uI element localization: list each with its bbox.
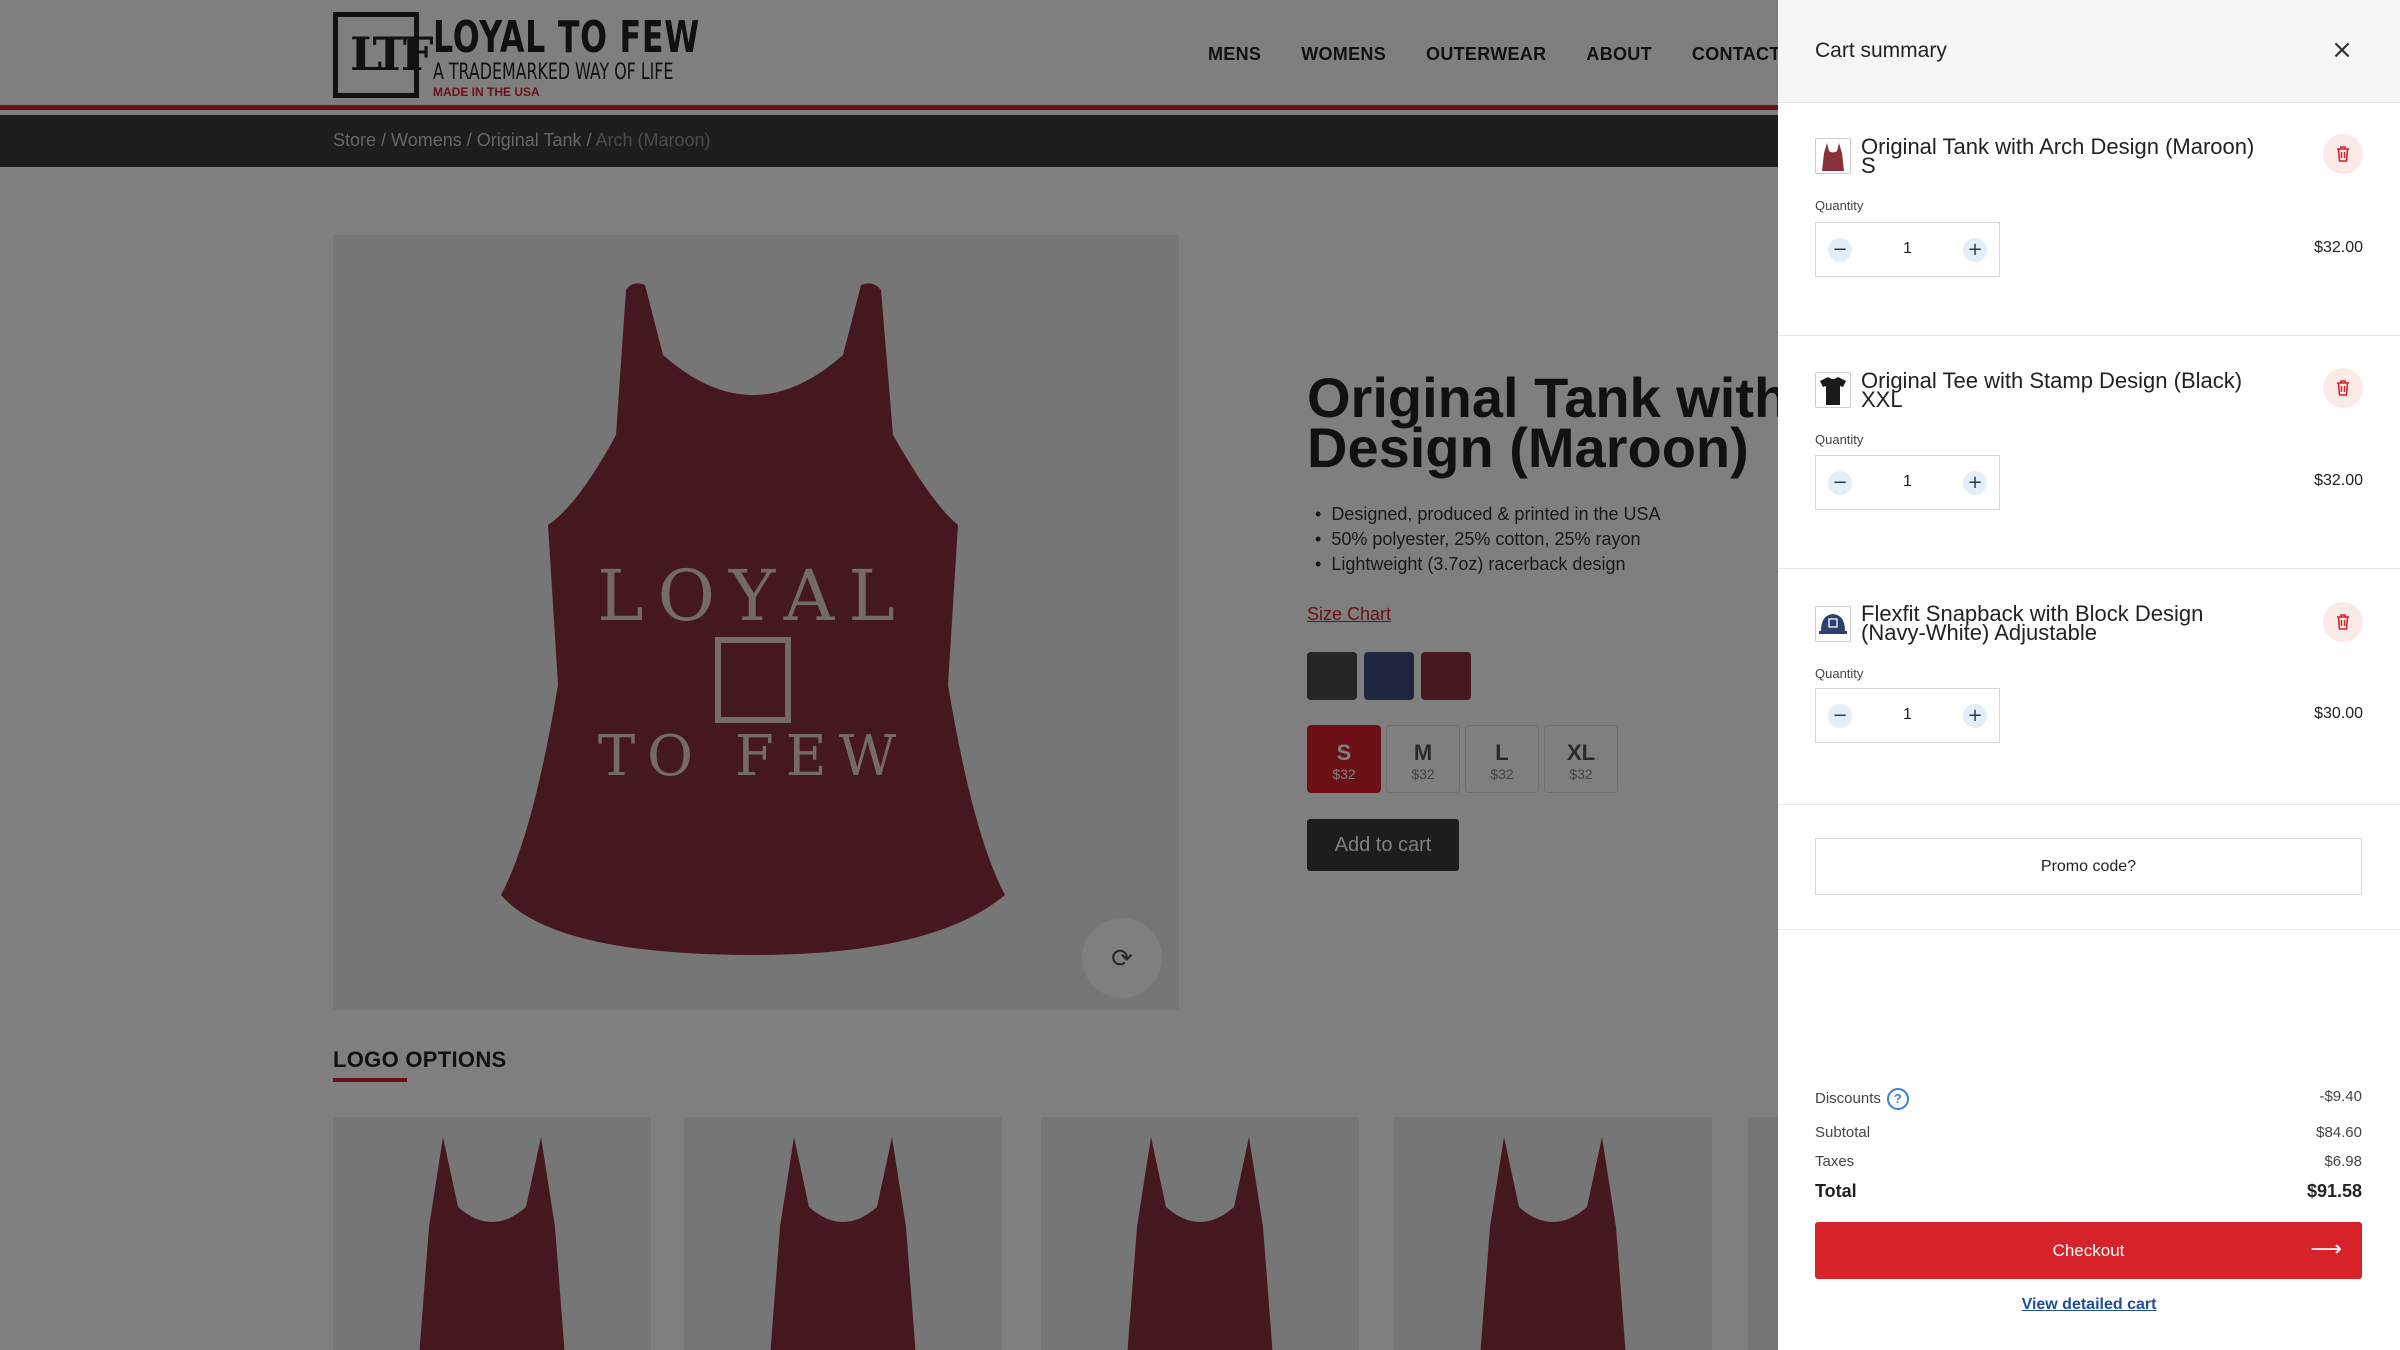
item-name: Flexfit Snapback with Block Design (Navy…	[1861, 601, 2204, 645]
subtotal-label: Subtotal	[1815, 1124, 1871, 1141]
promo-section: Promo code?	[1778, 805, 2400, 930]
trash-icon	[2337, 614, 2349, 630]
quantity-label: Quantity	[1815, 432, 1864, 447]
subtotal-row: Subtotal $84.60	[1815, 1124, 2362, 1141]
arrow-right-icon: ⟶	[2310, 1237, 2342, 1262]
remove-item-button[interactable]	[2323, 602, 2363, 642]
modal-backdrop[interactable]	[0, 0, 1778, 1350]
cart-drawer: Cart summary × Original Tank with Arch D…	[1778, 0, 2400, 1350]
item-thumbnail	[1815, 138, 1851, 174]
taxes-label: Taxes	[1815, 1153, 1855, 1170]
quantity-label: Quantity	[1815, 666, 1864, 681]
quantity-label: Quantity	[1815, 198, 1864, 213]
promo-code-button[interactable]: Promo code?	[1815, 838, 2362, 895]
total-row: Total $91.58	[1815, 1181, 2362, 1202]
cart-title: Cart summary	[1815, 39, 1947, 62]
cart-header: Cart summary ×	[1778, 0, 2400, 103]
cart-item: Flexfit Snapback with Block Design (Navy…	[1778, 569, 2400, 805]
quantity-stepper: − 1 +	[1815, 688, 2000, 743]
discounts-label: Discounts	[1815, 1089, 1881, 1107]
taxes-value: $6.98	[2324, 1153, 2362, 1170]
item-price: $32.00	[2314, 239, 2363, 256]
cart-item: Original Tank with Arch Design (Maroon) …	[1778, 103, 2400, 336]
remove-item-button[interactable]	[2323, 368, 2363, 408]
view-detailed-cart-link[interactable]: View detailed cart	[1778, 1296, 2400, 1314]
discounts-row: Discounts? -$9.40	[1815, 1088, 2362, 1110]
item-price: $30.00	[2314, 705, 2363, 722]
checkout-label: Checkout	[2052, 1240, 2125, 1260]
subtotal-value: $84.60	[2316, 1124, 2362, 1141]
checkout-button[interactable]: Checkout ⟶	[1815, 1222, 2362, 1279]
increase-quantity-button[interactable]: +	[1963, 471, 1987, 495]
total-label: Total	[1815, 1181, 1857, 1201]
item-thumbnail	[1815, 606, 1851, 642]
item-price: $32.00	[2314, 472, 2363, 489]
quantity-stepper: − 1 +	[1815, 455, 2000, 510]
cart-item: Original Tee with Stamp Design (Black) X…	[1778, 336, 2400, 569]
trash-icon	[2337, 380, 2349, 396]
trash-icon	[2337, 146, 2349, 162]
discounts-value: -$9.40	[2319, 1088, 2362, 1105]
item-name: Original Tank with Arch Design (Maroon) …	[1861, 134, 2255, 178]
taxes-row: Taxes $6.98	[1815, 1153, 2362, 1170]
increase-quantity-button[interactable]: +	[1963, 238, 1987, 262]
item-thumbnail	[1815, 372, 1851, 408]
remove-item-button[interactable]	[2323, 134, 2363, 174]
item-name: Original Tee with Stamp Design (Black) X…	[1861, 368, 2243, 412]
total-value: $91.58	[2306, 1181, 2362, 1201]
increase-quantity-button[interactable]: +	[1963, 704, 1987, 728]
help-icon[interactable]: ?	[1886, 1088, 1909, 1110]
quantity-stepper: − 1 +	[1815, 222, 2000, 277]
close-icon[interactable]: ×	[2328, 36, 2356, 64]
